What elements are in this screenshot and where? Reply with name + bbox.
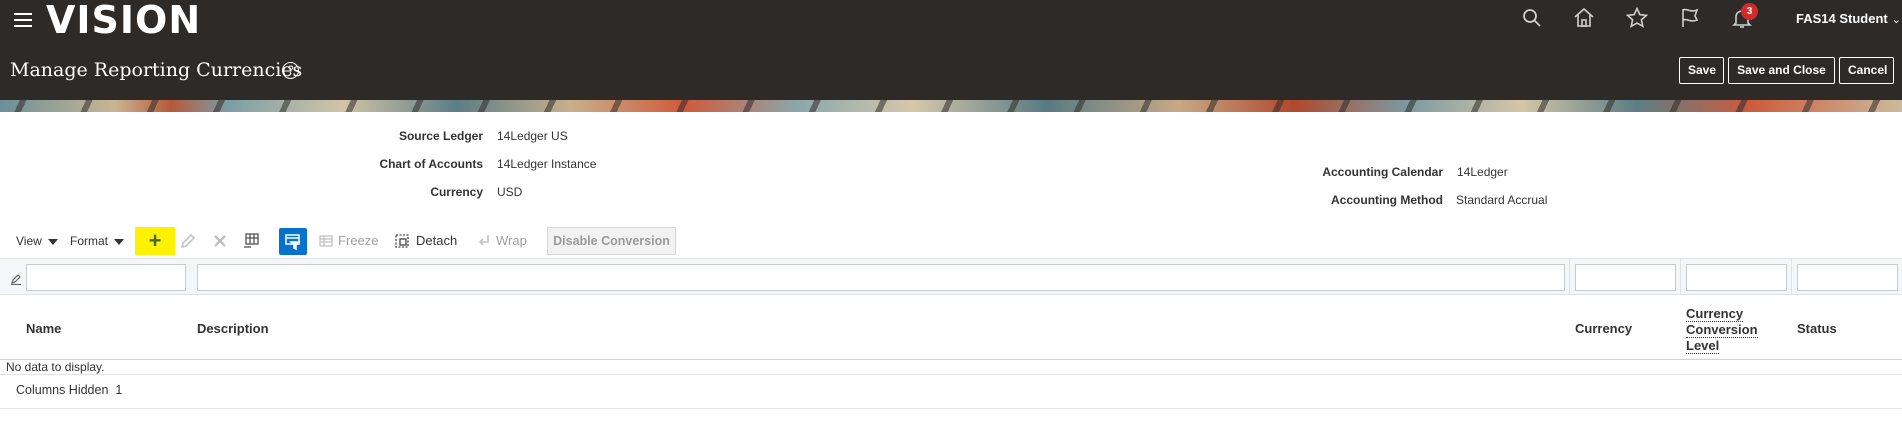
column-header-line: Currency (1686, 306, 1744, 322)
format-menu[interactable]: Format (70, 227, 125, 255)
disable-conversion-button[interactable]: Disable Conversion (547, 227, 676, 255)
save-and-close-button[interactable]: Save and Close (1728, 57, 1835, 84)
user-name: FAS14 Student (1796, 11, 1888, 26)
detach-icon[interactable] (392, 231, 412, 251)
accounting-calendar-value: 14Ledger (1457, 165, 1508, 179)
global-header: VISION 3 FAS14 Student ⌄ Manage Reporting… (0, 0, 1902, 100)
column-header-line: Conversion (1686, 322, 1758, 338)
table-footer-divider (0, 374, 1902, 375)
column-header-currency[interactable]: Currency (1575, 321, 1632, 336)
column-divider (1569, 258, 1570, 295)
columns-hidden-label: Columns Hidden (16, 383, 109, 397)
column-header-status[interactable]: Status (1797, 321, 1837, 336)
detach-button[interactable]: Detach (416, 233, 457, 248)
manage-columns-icon[interactable] (242, 231, 262, 251)
notification-count-badge[interactable]: 3 (1741, 3, 1758, 20)
wrap-button[interactable]: Wrap (496, 233, 527, 248)
status-filter-input[interactable] (1797, 264, 1898, 291)
wrap-icon[interactable] (474, 231, 494, 251)
chart-of-accounts-label: Chart of Accounts (379, 157, 483, 171)
source-ledger-label: Source Ledger (398, 129, 483, 143)
currency-label: Currency (430, 185, 483, 199)
page-title: Manage Reporting Currencies (10, 59, 303, 81)
caret-down-icon (42, 234, 58, 248)
freeze-icon[interactable] (316, 231, 336, 251)
home-icon[interactable] (1572, 6, 1596, 30)
help-icon[interactable]: ? (282, 62, 299, 79)
description-filter-input[interactable] (197, 264, 1565, 291)
favorites-star-icon[interactable] (1625, 6, 1649, 30)
chart-of-accounts-value: 14Ledger Instance (497, 157, 597, 171)
search-icon[interactable] (1520, 6, 1544, 30)
delete-x-icon[interactable] (210, 231, 230, 251)
filter-toggle-icon[interactable] (10, 272, 22, 286)
edit-pencil-icon[interactable] (178, 231, 198, 251)
format-menu-label: Format (70, 234, 109, 248)
brand-logo[interactable]: VISION (46, 0, 201, 40)
columns-hidden-count: 1 (115, 383, 123, 397)
column-header-description[interactable]: Description (197, 321, 269, 336)
query-by-example-icon[interactable] (279, 228, 307, 255)
chevron-down-icon: ⌄ (1891, 14, 1901, 26)
conversion-level-filter-input[interactable] (1686, 264, 1787, 291)
currency-value: USD (497, 185, 523, 199)
add-row-button[interactable]: + (135, 227, 175, 255)
column-header-conversion-level[interactable]: Currency Conversion Level (1686, 306, 1758, 354)
columns-hidden-status: Columns Hidden 1 (16, 383, 122, 397)
decorative-banner (0, 100, 1902, 112)
caret-down-icon (108, 234, 125, 248)
cancel-button[interactable]: Cancel (1839, 57, 1894, 84)
column-divider (1791, 258, 1792, 295)
source-ledger-value: 14Ledger US (497, 129, 568, 143)
plus-icon: + (148, 228, 162, 253)
header-divider (0, 359, 1902, 360)
navigator-menu-icon[interactable] (14, 13, 32, 27)
freeze-button[interactable]: Freeze (338, 233, 378, 248)
column-divider (1680, 258, 1681, 295)
accounting-method-label: Accounting Method (1331, 193, 1443, 207)
name-filter-input[interactable] (26, 264, 186, 291)
accounting-calendar-label: Accounting Calendar (1322, 165, 1443, 179)
empty-table-message: No data to display. (6, 360, 105, 374)
save-button[interactable]: Save (1679, 57, 1724, 84)
view-menu-label: View (16, 234, 42, 248)
view-menu[interactable]: View (16, 227, 58, 255)
table-bottom-divider (0, 408, 1902, 409)
accounting-method-value: Standard Accrual (1456, 193, 1548, 207)
watchlist-flag-icon[interactable] (1678, 6, 1702, 30)
column-header-name[interactable]: Name (26, 321, 61, 336)
currency-filter-input[interactable] (1575, 264, 1676, 291)
column-header-line: Level (1686, 338, 1720, 354)
user-menu[interactable]: FAS14 Student ⌄ (1796, 11, 1901, 26)
